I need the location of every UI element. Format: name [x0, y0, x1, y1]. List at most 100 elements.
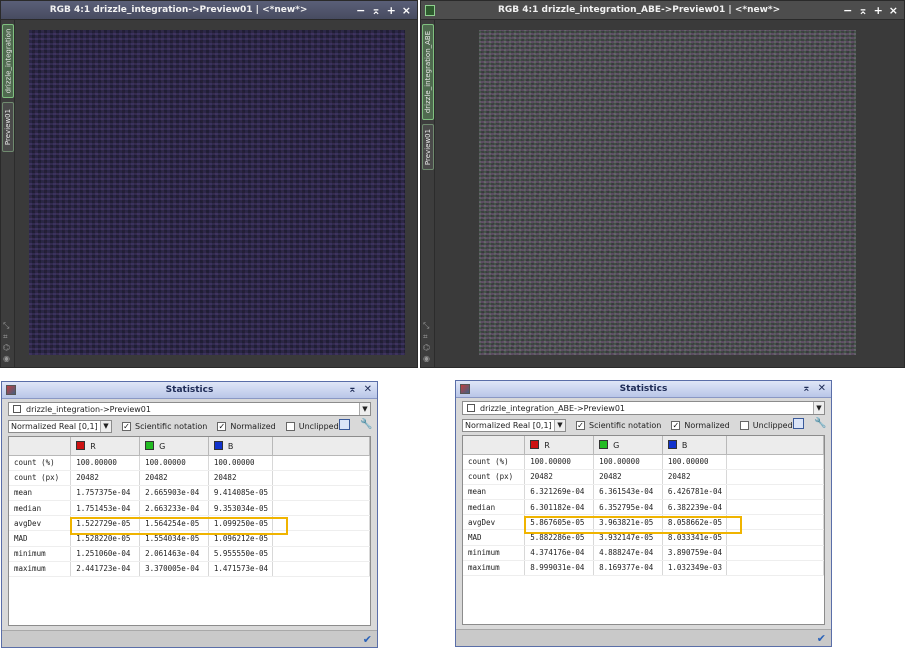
image-window-title: RGB 4:1 drizzle_integration->Preview01 |…	[49, 5, 308, 15]
range-selector[interactable]: Normalized Real [0,1] ▼	[462, 418, 566, 432]
green-swatch	[599, 439, 609, 449]
tab-main-view[interactable]: drizzle_integration	[2, 24, 14, 98]
checkbox-checked[interactable]: ✓	[671, 420, 681, 430]
header-blank	[9, 437, 72, 456]
close-button[interactable]: ✕	[364, 384, 372, 395]
cell-b: 1.096212e-05	[208, 530, 273, 547]
checkmark-icon[interactable]: ✔	[363, 633, 372, 646]
checkbox-checked[interactable]: ✓	[122, 421, 131, 431]
cell-g: 3.963821e-05	[593, 514, 663, 531]
cell-r: 1.757375e-04	[70, 485, 141, 502]
shade-button[interactable]: −	[356, 5, 365, 16]
maximize-button[interactable]: +	[387, 5, 396, 16]
checkbox-checked[interactable]: ✓	[217, 421, 227, 431]
cell-r: 6.321269e-04	[524, 484, 595, 501]
green-swatch	[145, 440, 155, 450]
chevron-down-icon[interactable]: ▼	[813, 402, 824, 414]
iconize-button[interactable]: ⌅	[371, 5, 380, 16]
close-button[interactable]: ×	[402, 5, 411, 16]
cell-r: 100.00000	[524, 454, 595, 470]
header-channel-r: R	[70, 437, 141, 456]
link-icon[interactable]: ⌬	[423, 344, 430, 352]
chevron-down-icon[interactable]: ▼	[359, 403, 370, 415]
statistics-dialog: Statistics ⌅ ✕ drizzle_integration->Prev…	[1, 381, 378, 648]
image-window-titlebar[interactable]: RGB 4:1 drizzle_integration->Preview01 |…	[1, 1, 417, 20]
copy-to-document-icon[interactable]	[339, 419, 350, 430]
table-row: minimum 1.251060e-04 2.061463e-04 5.955550e…	[9, 546, 370, 562]
table-row: count (%) 100.00000 100.00000 100.00000	[463, 454, 824, 470]
chevron-down-icon[interactable]: ▼	[100, 420, 111, 432]
normalized-checkbox[interactable]: ✓ Normalized	[671, 420, 730, 430]
maximize-button[interactable]: +	[874, 5, 883, 16]
image-preview[interactable]	[29, 30, 405, 355]
checkbox-unchecked[interactable]	[739, 420, 749, 430]
cell-g: 20482	[593, 469, 663, 485]
shade-button[interactable]: ⌅	[348, 384, 356, 395]
range-selector[interactable]: Normalized Real [0,1] ▼	[8, 419, 112, 433]
iconize-button[interactable]: ⌅	[858, 5, 867, 16]
blue-swatch	[213, 440, 223, 450]
table-row: minimum 4.374176e-04 4.888247e-04 3.890759e…	[463, 545, 824, 561]
link-icon[interactable]: ⌬	[3, 344, 10, 352]
lock-icon[interactable]: ◉	[423, 355, 430, 363]
wrench-icon[interactable]: 🔧	[814, 418, 826, 429]
options-row: Normalized Real [0,1] ▼ ✓ Scientific not…	[8, 419, 372, 433]
image-window-drizzle-integration-abe[interactable]: RGB 4:1 drizzle_integration_ABE->Preview…	[420, 0, 905, 368]
tab-main-view[interactable]: drizzle_integration_ABE	[422, 24, 434, 120]
grid-icon[interactable]: ⌗	[3, 333, 10, 341]
cell-r: 20482	[70, 470, 141, 486]
pin-icon[interactable]: ⤡	[3, 322, 10, 330]
range-selector-value: Normalized Real [0,1]	[465, 420, 552, 430]
close-button[interactable]: ✕	[818, 383, 826, 394]
view-selector[interactable]: drizzle_integration_ABE->Preview01 ▼	[462, 401, 825, 415]
statistics-table: R G B count (%) 100.00000 100.00000 100.000…	[8, 436, 371, 626]
image-window-titlebar[interactable]: RGB 4:1 drizzle_integration_ABE->Preview…	[421, 1, 904, 20]
scientific-notation-checkbox[interactable]: ✓ Scientific notation	[576, 420, 661, 430]
row-label: count (%)	[9, 455, 72, 471]
lock-icon[interactable]: ◉	[3, 355, 10, 363]
cell-b: 1.032349e-03	[662, 560, 727, 577]
view-selector[interactable]: drizzle_integration->Preview01 ▼	[8, 402, 371, 416]
table-row: count (px) 20482 20482 20482	[463, 469, 824, 485]
cell-g: 100.00000	[139, 455, 209, 471]
header-channel-r: R	[524, 436, 595, 455]
image-preview[interactable]	[479, 30, 856, 355]
row-label: maximum	[463, 560, 526, 577]
close-button[interactable]: ×	[889, 5, 898, 16]
unclipped-checkbox[interactable]: Unclipped	[285, 421, 339, 431]
cell-b: 5.955550e-05	[208, 546, 273, 562]
tab-preview01[interactable]: Preview01	[2, 102, 14, 152]
wrench-icon[interactable]: 🔧	[360, 419, 372, 430]
statistics-titlebar[interactable]: Statistics ⌅ ✕	[456, 381, 831, 398]
image-window-drizzle-integration[interactable]: RGB 4:1 drizzle_integration->Preview01 |…	[0, 0, 418, 368]
row-label: avgDev	[463, 514, 526, 531]
row-label: MAD	[9, 530, 72, 547]
grid-icon[interactable]: ⌗	[423, 333, 430, 341]
pin-icon[interactable]: ⤡	[423, 322, 430, 330]
row-label: avgDev	[9, 515, 72, 532]
cell-b: 1.471573e-04	[208, 561, 273, 578]
copy-to-document-icon[interactable]	[793, 418, 804, 429]
cell-r: 1.522729e-05	[70, 515, 141, 532]
cell-g: 100.00000	[593, 454, 663, 470]
checkbox-label: Normalized	[684, 420, 730, 430]
statistics-footer: ✔	[456, 629, 831, 646]
statistics-dialog: Statistics ⌅ ✕ drizzle_integration_ABE->…	[455, 380, 832, 647]
scientific-notation-checkbox[interactable]: ✓ Scientific notation	[122, 421, 207, 431]
cell-b: 100.00000	[208, 455, 273, 471]
normalized-checkbox[interactable]: ✓ Normalized	[217, 421, 276, 431]
red-swatch	[76, 440, 86, 450]
unclipped-checkbox[interactable]: Unclipped	[739, 420, 793, 430]
checkmark-icon[interactable]: ✔	[817, 632, 826, 645]
shade-button[interactable]: −	[843, 5, 852, 16]
shade-button[interactable]: ⌅	[802, 383, 810, 394]
chevron-down-icon[interactable]: ▼	[554, 419, 565, 431]
statistics-titlebar[interactable]: Statistics ⌅ ✕	[2, 382, 377, 399]
tab-preview01[interactable]: Preview01	[422, 124, 434, 170]
checkbox-label: Normalized	[230, 421, 276, 431]
checkbox-unchecked[interactable]	[285, 421, 295, 431]
channel-label: B	[227, 441, 234, 451]
table-row: mean 1.757375e-04 2.665903e-04 9.414085e-05	[9, 485, 370, 502]
view-tabs: drizzle_integration_ABE Preview01 ⤡ ⌗ ⌬ …	[421, 20, 435, 367]
checkbox-checked[interactable]: ✓	[576, 420, 585, 430]
